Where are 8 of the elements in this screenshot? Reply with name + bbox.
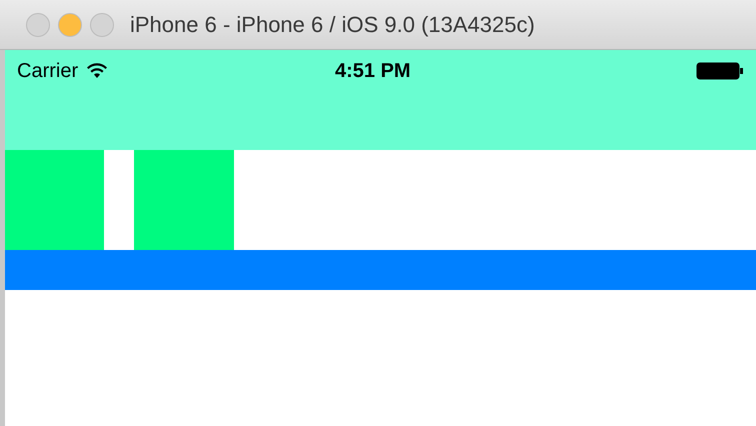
window-control-button[interactable] <box>58 12 82 36</box>
window-title: iPhone 6 - iPhone 6 / iOS 9.0 (13A4325c) <box>130 11 535 39</box>
wifi-icon <box>86 63 108 79</box>
window-control-button[interactable] <box>90 12 114 36</box>
clock-label: 4:51 PM <box>335 59 411 84</box>
battery-icon <box>696 62 744 80</box>
carrier-label: Carrier <box>17 59 78 84</box>
window-control-button[interactable] <box>26 12 50 36</box>
